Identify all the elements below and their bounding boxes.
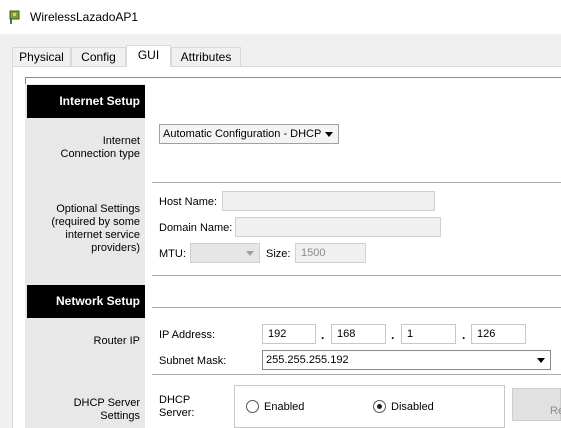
- optional-settings-label-line1: Optional Settings: [56, 203, 140, 215]
- ip-address-label: IP Address:: [159, 329, 216, 341]
- ip-octet-1[interactable]: 192: [262, 324, 316, 344]
- dhcp-enabled-label: Enabled: [264, 401, 305, 413]
- dhcp-server-label-line2: Server:: [159, 407, 195, 419]
- title-divider: [0, 34, 561, 44]
- chevron-down-icon: [537, 358, 545, 363]
- divider-internet-2: [152, 275, 561, 276]
- ip-octet-4[interactable]: 126: [471, 324, 526, 344]
- size-label: Size:: [266, 248, 291, 260]
- dhcp-disabled-radio[interactable]: [373, 400, 386, 413]
- window-title: WirelessLazadoAP1: [30, 10, 139, 24]
- dhcp-server-label-line1: DHCP: [159, 394, 191, 406]
- internet-setup-header: Internet Setup: [27, 85, 145, 118]
- dhcp-enabled-radio[interactable]: [246, 400, 259, 413]
- domain-name-input[interactable]: [235, 217, 441, 237]
- divider-internet-1: [152, 182, 561, 183]
- dhcp-server-options: Enabled Disabled: [234, 385, 505, 428]
- connection-type-label-line2: Connection type: [60, 148, 141, 160]
- divider-network-1: [152, 307, 561, 308]
- ip-separator: .: [462, 328, 466, 342]
- host-name-input[interactable]: [222, 191, 435, 211]
- host-name-label: Host Name:: [159, 196, 218, 208]
- optional-settings-label-line3: internet service: [65, 229, 140, 241]
- dhcp-settings-label-line2: Settings: [100, 410, 140, 422]
- network-setup-header: Network Setup: [27, 285, 145, 318]
- chevron-down-icon: [246, 251, 254, 256]
- router-ip-label: Router IP: [93, 335, 140, 347]
- tab-physical[interactable]: Physical: [12, 47, 71, 67]
- connection-type-value: Automatic Configuration - DHCP: [163, 128, 322, 140]
- tab-config[interactable]: Config: [71, 47, 126, 67]
- subnet-mask-value: 255.255.255.192: [266, 354, 349, 366]
- access-point-icon: [9, 10, 20, 24]
- dhcp-disabled-label: Disabled: [391, 401, 434, 413]
- mtu-select[interactable]: [190, 243, 260, 263]
- optional-settings-label-line4: providers): [91, 242, 140, 254]
- optional-settings-label-line2: (required by some: [51, 216, 140, 228]
- ip-separator: .: [391, 328, 395, 342]
- connection-type-label-line1: Internet: [102, 135, 140, 147]
- tab-attributes[interactable]: Attributes: [171, 47, 241, 67]
- dhcp-settings-label-line1: DHCP Server: [73, 397, 140, 409]
- divider-network-2: [152, 374, 561, 375]
- ip-separator: .: [321, 328, 325, 342]
- connection-type-select[interactable]: Automatic Configuration - DHCP: [159, 124, 339, 144]
- subnet-mask-select[interactable]: 255.255.255.192: [262, 350, 551, 370]
- tab-gui[interactable]: GUI: [126, 45, 171, 67]
- chevron-down-icon: [325, 132, 333, 137]
- ip-octet-3[interactable]: 1: [401, 324, 456, 344]
- mtu-label: MTU:: [159, 248, 186, 260]
- dhcp-partial-button[interactable]: Re: [512, 388, 561, 421]
- domain-name-label: Domain Name:: [159, 222, 233, 234]
- mtu-size-input[interactable]: 1500: [295, 243, 366, 263]
- ip-octet-2[interactable]: 168: [331, 324, 386, 344]
- subnet-mask-label: Subnet Mask:: [159, 355, 227, 367]
- window-titlebar: WirelessLazadoAP1: [0, 0, 561, 34]
